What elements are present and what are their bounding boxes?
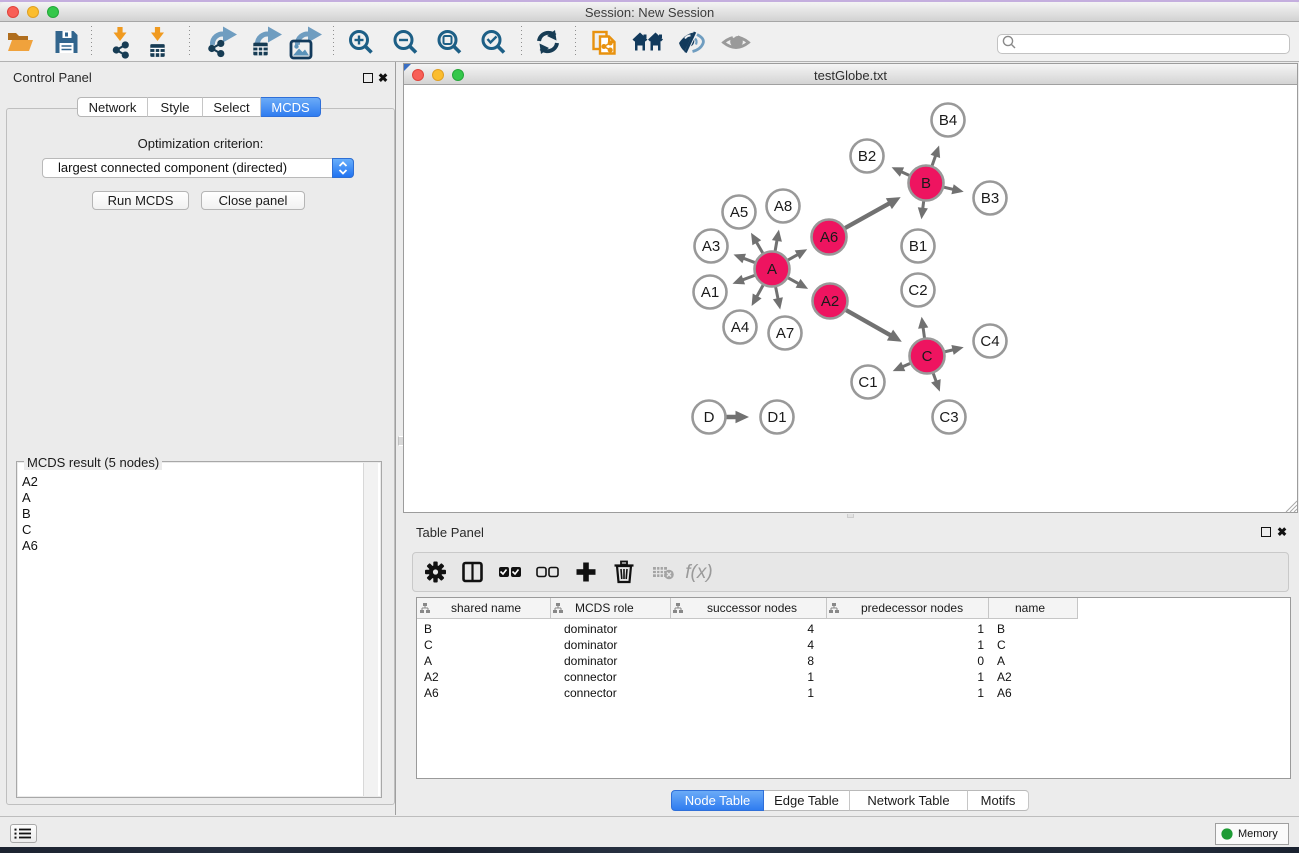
svg-text:A5: A5 <box>730 204 748 221</box>
svg-text:C1: C1 <box>858 374 877 391</box>
svg-text:B: B <box>921 175 931 192</box>
svg-text:B3: B3 <box>981 190 999 207</box>
svg-text:C3: C3 <box>939 409 958 426</box>
svg-text:C: C <box>922 348 933 365</box>
svg-text:A4: A4 <box>731 319 749 336</box>
svg-text:A7: A7 <box>776 325 794 342</box>
svg-text:A2: A2 <box>821 293 839 310</box>
svg-text:f(x): f(x) <box>685 562 712 583</box>
svg-text:A8: A8 <box>774 198 792 215</box>
svg-text:D1: D1 <box>767 409 786 426</box>
svg-text:B2: B2 <box>858 148 876 165</box>
svg-text:B1: B1 <box>909 238 927 255</box>
svg-text:A1: A1 <box>701 284 719 301</box>
svg-text:C2: C2 <box>908 282 927 299</box>
svg-text:B4: B4 <box>939 112 957 129</box>
svg-text:A3: A3 <box>702 238 720 255</box>
svg-text:C4: C4 <box>980 333 999 350</box>
svg-text:A6: A6 <box>820 229 838 246</box>
svg-text:D: D <box>704 409 715 426</box>
svg-text:A: A <box>767 261 777 278</box>
